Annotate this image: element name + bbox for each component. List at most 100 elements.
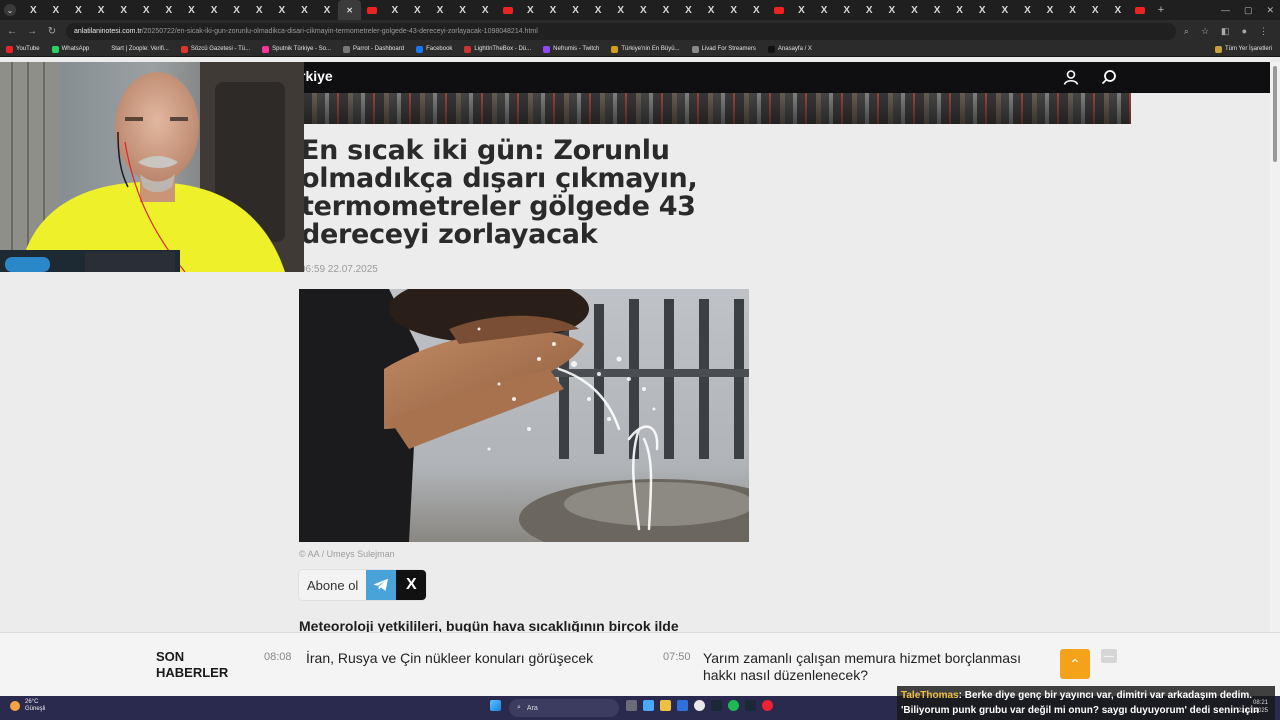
x-tab[interactable]: X — [609, 0, 632, 20]
back-icon[interactable]: ← — [6, 26, 18, 37]
file-explorer-icon[interactable] — [660, 700, 671, 711]
bookmark-item[interactable]: Parrot - Dashboard — [343, 45, 404, 53]
x-tab[interactable]: X — [1016, 0, 1039, 20]
x-tab[interactable]: X — [271, 0, 294, 20]
taskbar-search[interactable]: ⌕ Ara — [509, 699, 619, 717]
taskbar-clock[interactable]: 08:21 22.07.2025 — [1238, 699, 1268, 715]
x-tab[interactable]: X — [858, 0, 881, 20]
x-tab[interactable]: X — [225, 0, 248, 20]
youtube-tab[interactable] — [496, 0, 519, 20]
x-tab[interactable]: X — [1107, 0, 1130, 20]
x-tab[interactable]: X — [45, 0, 68, 20]
x-tab[interactable]: X — [655, 0, 678, 20]
ticker-item-link[interactable]: İran, Rusya ve Çin nükleer konuları görü… — [306, 650, 626, 666]
spotify-icon[interactable] — [728, 700, 739, 711]
x-tab[interactable]: X — [722, 0, 745, 20]
x-tab[interactable]: X — [971, 0, 994, 20]
x-tab[interactable]: X — [90, 0, 113, 20]
x-tab[interactable]: X — [135, 0, 158, 20]
bookmark-item[interactable]: WhatsApp — [51, 45, 89, 53]
x-tab[interactable]: X — [203, 0, 226, 20]
subscribe-label[interactable]: Abone ol — [299, 570, 367, 600]
bookmark-item[interactable]: Nefrumis - Twitch — [543, 45, 599, 53]
x-share-button[interactable]: X — [396, 570, 427, 600]
x-tab[interactable]: X — [384, 0, 407, 20]
all-bookmarks[interactable]: Tüm Yer İşaretleri — [1214, 45, 1280, 53]
extensions-icon[interactable]: ◧ — [1221, 26, 1230, 37]
x-tab[interactable]: X — [926, 0, 949, 20]
x-tab[interactable]: X — [248, 0, 271, 20]
x-tab[interactable]: X — [813, 0, 836, 20]
weather-widget[interactable]: 26°C Güneşli — [10, 699, 45, 713]
steam-icon[interactable] — [745, 700, 756, 711]
x-tab[interactable]: X — [1061, 0, 1084, 20]
youtube-tab[interactable] — [768, 0, 791, 20]
youtube-tab[interactable] — [1129, 0, 1152, 20]
x-tab[interactable]: X — [474, 0, 497, 20]
x-tab[interactable]: X — [835, 0, 858, 20]
x-tab[interactable]: X — [180, 0, 203, 20]
x-tab[interactable]: X — [22, 0, 45, 20]
active-tab[interactable]: ✕ — [338, 0, 361, 20]
scroll-top-button[interactable]: ⌃ — [1060, 649, 1090, 679]
x-tab[interactable]: X — [700, 0, 723, 20]
tab-search-icon[interactable]: ⌄ — [4, 4, 16, 16]
x-tab[interactable]: X — [587, 0, 610, 20]
bookmark-item[interactable]: Facebook — [416, 45, 452, 53]
x-tab[interactable]: X — [564, 0, 587, 20]
widgets-icon[interactable] — [643, 700, 654, 711]
telegram-button[interactable] — [366, 570, 397, 600]
x-tab[interactable]: X — [429, 0, 452, 20]
x-tab[interactable]: X — [542, 0, 565, 20]
bookmark-item[interactable]: Livad For Streamers — [691, 45, 756, 53]
maximize-icon[interactable]: ▢ — [1244, 5, 1253, 16]
site-logo[interactable]: rkiye — [300, 68, 333, 84]
x-tab[interactable]: X — [994, 0, 1017, 20]
x-tab[interactable]: X — [1084, 0, 1107, 20]
bookmark-star-icon[interactable]: ☆ — [1201, 26, 1209, 37]
forward-icon[interactable]: → — [26, 26, 38, 37]
mail-icon[interactable] — [677, 700, 688, 711]
chrome-icon[interactable] — [694, 700, 705, 711]
x-tab[interactable]: X — [1039, 0, 1062, 20]
menu-icon[interactable]: ⋮ — [1259, 26, 1268, 37]
reload-icon[interactable]: ↻ — [46, 26, 58, 37]
user-icon[interactable] — [1063, 69, 1079, 85]
task-view-icon[interactable] — [626, 700, 637, 711]
profile-icon[interactable]: ● — [1242, 26, 1247, 37]
x-tab[interactable]: X — [316, 0, 339, 20]
x-tab[interactable]: X — [881, 0, 904, 20]
x-tab[interactable]: X — [406, 0, 429, 20]
close-icon[interactable]: ✕ — [346, 6, 353, 15]
close-window-icon[interactable]: ✕ — [1266, 5, 1274, 16]
ticker-collapse-button[interactable]: — — [1101, 649, 1117, 663]
bookmark-item[interactable]: LightInTheBox - Dü... — [464, 45, 531, 53]
x-tab[interactable]: X — [67, 0, 90, 20]
new-tab-button[interactable]: + — [1158, 4, 1164, 16]
youtube-tab[interactable] — [361, 0, 384, 20]
x-tab[interactable]: X — [677, 0, 700, 20]
bookmark-item[interactable]: Start | Zoople: Verifi... — [101, 45, 169, 53]
x-tab[interactable]: X — [519, 0, 542, 20]
bookmark-item[interactable]: YouTube — [6, 45, 40, 53]
x-tab[interactable]: X — [948, 0, 971, 20]
bookmark-item[interactable]: Türkiye'nin En Büyü... — [611, 45, 680, 53]
x-tab[interactable]: X — [790, 0, 813, 20]
x-tab[interactable]: X — [158, 0, 181, 20]
bookmark-item[interactable]: Sputnik Türkiye - So... — [262, 45, 331, 53]
x-tab[interactable]: X — [112, 0, 135, 20]
bookmark-item[interactable]: Sözcü Gazetesi - Tü... — [180, 45, 250, 53]
scrollbar-thumb[interactable] — [1273, 66, 1277, 162]
address-bar[interactable]: anlatilaninotesi.com.tr /20250722/en-sic… — [66, 22, 1176, 40]
x-tab[interactable]: X — [451, 0, 474, 20]
x-tab[interactable]: X — [745, 0, 768, 20]
x-tab[interactable]: X — [293, 0, 316, 20]
zoom-icon[interactable]: ⌕ — [1184, 26, 1189, 37]
windows-start-icon[interactable] — [490, 700, 501, 711]
x-tab[interactable]: X — [903, 0, 926, 20]
bookmark-item[interactable]: Anasayfa / X — [767, 45, 812, 53]
minimize-icon[interactable]: — — [1221, 5, 1230, 15]
x-tab[interactable]: X — [632, 0, 655, 20]
obs-icon[interactable] — [762, 700, 773, 711]
ticker-item-link[interactable]: Yarım zamanlı çalışan memura hizmet borç… — [703, 650, 1033, 684]
